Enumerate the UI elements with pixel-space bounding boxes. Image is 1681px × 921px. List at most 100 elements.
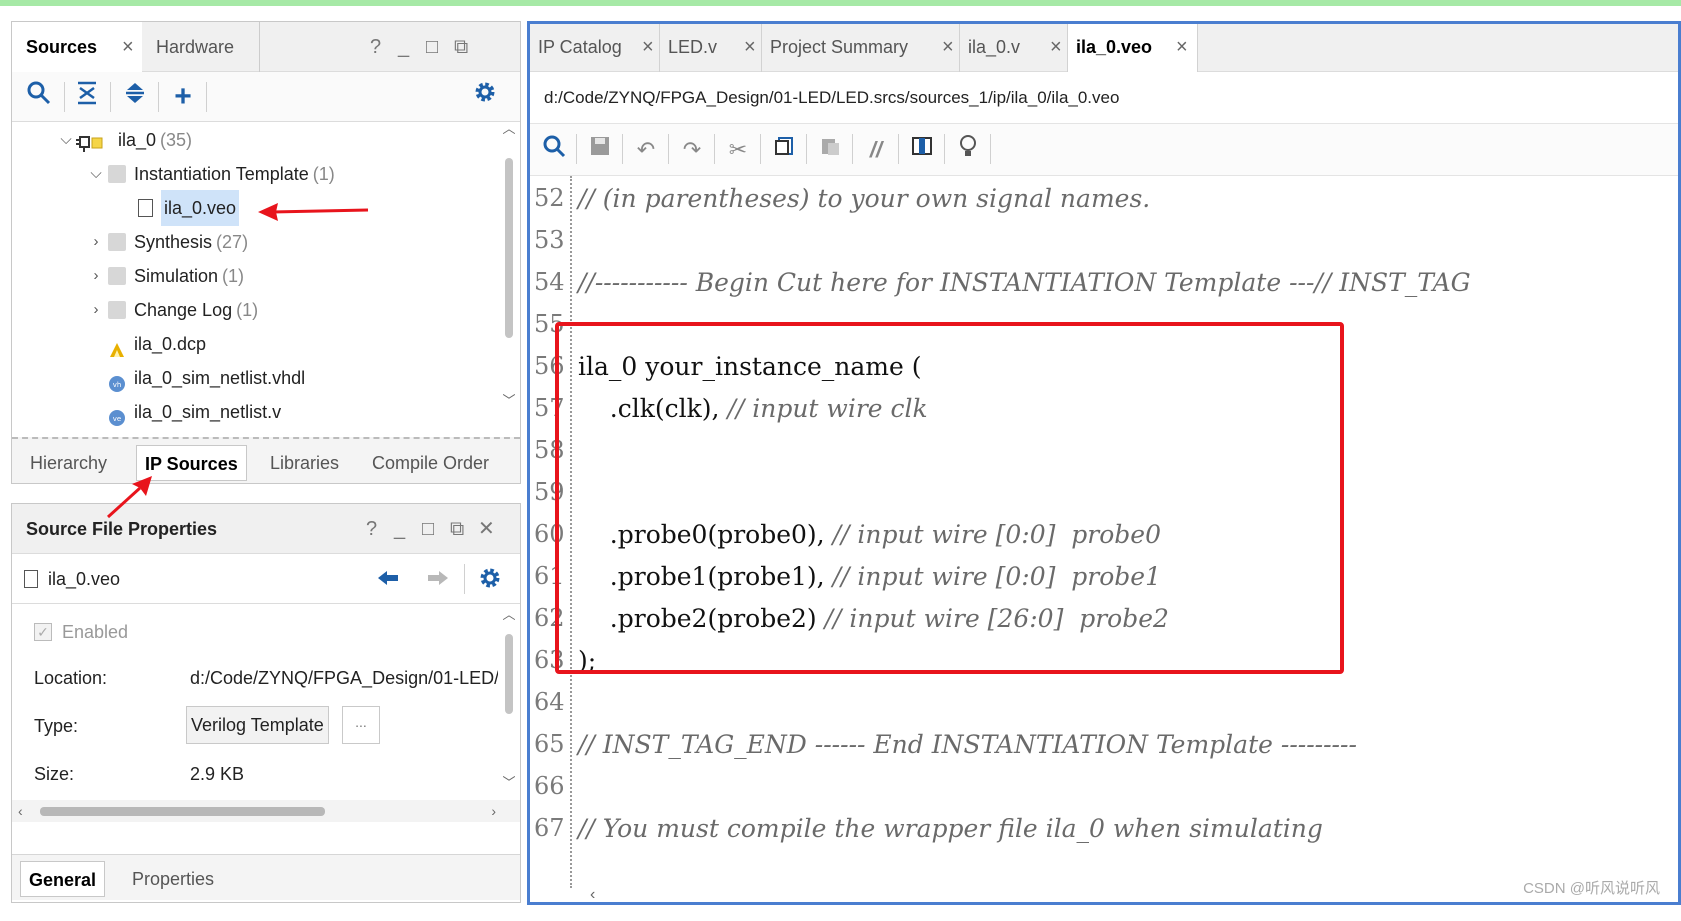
float-icon[interactable]: ⧉ (450, 504, 464, 554)
size-label: Size: (34, 764, 75, 784)
scroll-down-icon[interactable]: ﹀ (502, 390, 516, 409)
chevron-right-icon[interactable]: › (88, 292, 104, 328)
chevron-right-icon[interactable]: › (88, 224, 104, 260)
close-icon[interactable]: × (642, 24, 654, 70)
column-select-icon[interactable] (906, 134, 938, 166)
file-icon (138, 199, 153, 217)
collapse-all-icon[interactable] (70, 80, 104, 114)
location-value[interactable]: d:/Code/ZYNQ/FPGA_Design/01-LED/ (190, 658, 498, 698)
redo-icon[interactable]: ↷ (676, 134, 708, 166)
close-icon[interactable]: × (1176, 24, 1188, 70)
save-icon[interactable] (584, 134, 616, 166)
minimize-icon[interactable]: _ (394, 504, 405, 554)
line-text: // You must compile the wrapper file ila… (578, 806, 1323, 851)
tree-item-synthesis[interactable]: › Synthesis (27) (12, 224, 498, 260)
scroll-right-icon[interactable]: › (491, 800, 496, 822)
add-sources-icon[interactable]: + (166, 80, 200, 114)
tab-project-summary[interactable]: Project Summary × (762, 24, 960, 72)
type-value[interactable]: Verilog Template (186, 706, 329, 744)
tab-led-v[interactable]: LED.v × (660, 24, 762, 72)
maximize-icon[interactable]: □ (422, 504, 434, 554)
tree-item-label: ila_0.veo (161, 190, 240, 226)
tab-label: ila_0.veo (1076, 37, 1153, 57)
properties-view-tabs: General Properties (12, 854, 520, 900)
close-icon[interactable]: × (744, 24, 756, 70)
scroll-left-icon[interactable]: ‹ (590, 886, 595, 904)
properties-scrollbar[interactable]: ︿ ﹀ (502, 604, 516, 794)
line-number: 65 (534, 730, 565, 758)
type-label: Type: (34, 716, 79, 736)
help-icon[interactable]: ? (370, 22, 381, 72)
scroll-up-icon[interactable]: ︿ (502, 604, 516, 623)
tab-sources[interactable]: Sources × (12, 22, 142, 72)
size-row: Size: 2.9 KB (12, 754, 498, 792)
maximize-icon[interactable]: □ (426, 22, 438, 72)
paste-icon[interactable] (814, 134, 846, 166)
line-number: 53 (534, 226, 565, 254)
tree-item-change-log[interactable]: › Change Log (1) (12, 292, 498, 328)
gear-icon[interactable] (468, 80, 502, 114)
tab-libraries[interactable]: Libraries (262, 445, 347, 481)
tab-label: Project Summary (770, 37, 909, 57)
sources-tabbar: Sources × Hardware ? _ □ ⧉ (12, 22, 520, 72)
properties-file-name: ila_0.veo (48, 569, 121, 589)
scrollbar-thumb[interactable] (505, 158, 513, 338)
chevron-down-icon[interactable]: ⌵ (88, 156, 104, 192)
help-icon[interactable]: ? (366, 504, 377, 554)
tab-compile-order[interactable]: Compile Order (364, 445, 497, 481)
close-icon[interactable]: × (122, 22, 134, 72)
scroll-down-icon[interactable]: ﹀ (502, 772, 516, 791)
highlight-annotation-box (555, 322, 1344, 674)
tree-item-ila-0[interactable]: ⌵ ila_0 (35) (12, 122, 498, 158)
tab-properties[interactable]: Properties (124, 861, 222, 897)
tree-item-sim-netlist-vhdl[interactable]: vh ila_0_sim_netlist.vhdl (12, 360, 498, 396)
scrollbar-thumb[interactable] (40, 807, 325, 816)
back-arrow-icon[interactable] (376, 566, 400, 595)
close-icon[interactable]: ✕ (478, 504, 495, 554)
tab-ip-sources[interactable]: IP Sources (136, 445, 247, 481)
undo-icon[interactable]: ↶ (630, 134, 662, 166)
tab-hardware[interactable]: Hardware (142, 22, 260, 72)
tree-item-sim-netlist-v[interactable]: ve ila_0_sim_netlist.v (12, 394, 498, 430)
tree-item-label: Change Log (1) (134, 292, 258, 328)
scroll-up-icon[interactable]: ︿ (502, 118, 516, 137)
properties-horizontal-scrollbar[interactable]: ‹ › (12, 800, 520, 822)
comment-toggle-icon[interactable]: // (860, 134, 892, 166)
scrollbar-thumb[interactable] (505, 634, 513, 714)
tab-general[interactable]: General (20, 861, 106, 897)
tree-item-instantiation-template[interactable]: ⌵ Instantiation Template (1) (12, 156, 498, 192)
sources-toolbar: + (12, 72, 520, 122)
tree-item-ila-0-veo[interactable]: ila_0.veo (12, 190, 498, 226)
search-icon[interactable] (22, 80, 56, 114)
tab-ila-0-veo[interactable]: ila_0.veo × (1068, 24, 1198, 72)
search-icon[interactable] (538, 134, 570, 166)
tree-item-ila-0-dcp[interactable]: ila_0.dcp (12, 326, 498, 362)
float-icon[interactable]: ⧉ (454, 22, 468, 72)
line-number: 67 (534, 814, 565, 842)
type-row: Type: Verilog Template ... (12, 706, 498, 746)
code-comment: // INST_TAG_END ------ End INSTANTIATION… (578, 730, 1357, 759)
gear-icon[interactable] (478, 566, 502, 595)
scroll-left-icon[interactable]: ‹ (18, 800, 23, 822)
tab-ip-catalog[interactable]: IP Catalog × (530, 24, 660, 72)
folder-icon (108, 233, 126, 251)
forward-arrow-icon[interactable] (426, 566, 450, 595)
tab-ila-0-v[interactable]: ila_0.v × (960, 24, 1068, 72)
enabled-checkbox[interactable]: ✓ (34, 623, 52, 641)
tab-hierarchy[interactable]: Hierarchy (22, 445, 115, 481)
code-line: 54 //----------- Begin Cut here for INSTA… (530, 260, 1678, 305)
tree-item-simulation[interactable]: › Simulation (1) (12, 258, 498, 294)
tree-scrollbar[interactable]: ︿ ﹀ (502, 121, 516, 422)
close-icon[interactable]: × (942, 24, 954, 70)
cut-icon[interactable]: ✂ (722, 134, 754, 166)
lightbulb-icon[interactable] (952, 134, 984, 166)
code-comment: // You must compile the wrapper file ila… (578, 814, 1323, 843)
chevron-down-icon[interactable]: ⌵ (58, 122, 74, 158)
chevron-right-icon[interactable]: › (88, 258, 104, 294)
expand-all-icon[interactable] (118, 80, 152, 114)
type-more-button[interactable]: ... (342, 706, 380, 744)
copy-icon[interactable] (768, 134, 800, 166)
folder-icon (108, 301, 126, 319)
close-icon[interactable]: × (1050, 24, 1062, 70)
minimize-icon[interactable]: _ (398, 22, 409, 72)
